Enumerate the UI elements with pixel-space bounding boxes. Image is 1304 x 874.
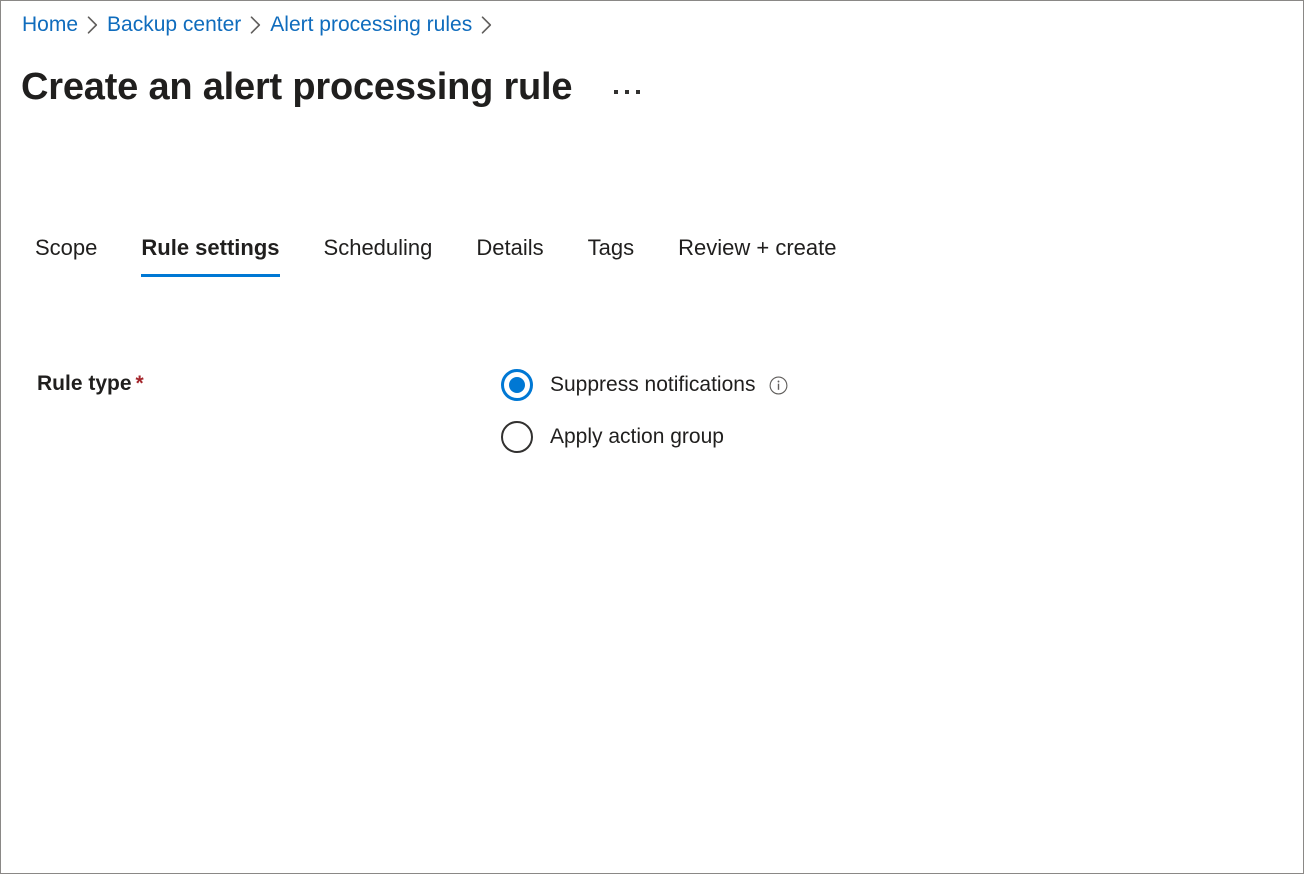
wizard-tabs: Scope Rule settings Scheduling Details T…	[35, 229, 837, 277]
radio-button-unselected-icon[interactable]	[501, 421, 533, 453]
chevron-right-icon	[87, 16, 98, 34]
ellipsis-dot	[625, 90, 630, 94]
breadcrumb-item-alert-processing-rules[interactable]: Alert processing rules	[270, 11, 472, 39]
title-row: Create an alert processing rule	[21, 63, 642, 111]
rule-settings-form: Rule type * Suppress notifications Apply…	[1, 359, 1303, 463]
ellipsis-dot	[614, 90, 619, 94]
tab-review-create[interactable]: Review + create	[678, 229, 836, 277]
chevron-right-icon	[250, 16, 261, 34]
tab-rule-settings[interactable]: Rule settings	[141, 229, 280, 277]
ellipsis-icon[interactable]	[612, 84, 642, 100]
breadcrumb: Home Backup center Alert processing rule…	[22, 11, 501, 39]
required-asterisk: *	[135, 372, 144, 395]
chevron-right-icon	[481, 16, 492, 34]
rule-type-radio-group: Suppress notifications Apply action grou…	[501, 359, 788, 463]
page-title: Create an alert processing rule	[21, 66, 573, 108]
rule-type-field: Rule type * Suppress notifications Apply…	[1, 359, 1303, 463]
radio-label-suppress-notifications: Suppress notifications	[550, 373, 756, 396]
radio-inner-dot	[509, 377, 525, 393]
info-icon[interactable]	[769, 376, 788, 395]
tab-tags[interactable]: Tags	[588, 229, 634, 277]
tab-scheduling[interactable]: Scheduling	[324, 229, 433, 277]
breadcrumb-item-backup-center[interactable]: Backup center	[107, 11, 241, 39]
alert-processing-rule-create-page: Home Backup center Alert processing rule…	[0, 0, 1304, 874]
tab-scope[interactable]: Scope	[35, 229, 97, 277]
tab-details[interactable]: Details	[476, 229, 543, 277]
radio-label-apply-action-group: Apply action group	[550, 425, 724, 448]
rule-type-label: Rule type *	[1, 359, 501, 399]
ellipsis-dot	[636, 90, 641, 94]
radio-button-selected-icon[interactable]	[501, 369, 533, 401]
radio-option-suppress-notifications[interactable]: Suppress notifications	[501, 359, 788, 411]
radio-option-apply-action-group[interactable]: Apply action group	[501, 411, 788, 463]
breadcrumb-item-home[interactable]: Home	[22, 11, 78, 39]
rule-type-label-text: Rule type	[37, 372, 132, 395]
